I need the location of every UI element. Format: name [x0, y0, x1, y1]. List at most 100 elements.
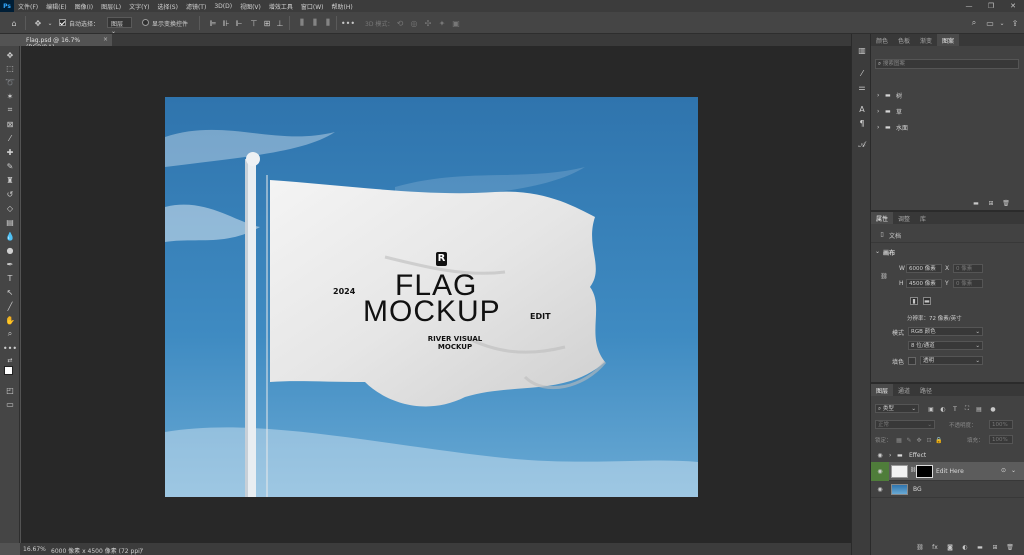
opacity-field[interactable]: 100%: [989, 420, 1013, 429]
eraser-icon[interactable]: ◇: [3, 202, 17, 214]
bit-depth-dropdown[interactable]: 8 位/通道 ⌄: [908, 341, 983, 350]
tab-patterns[interactable]: 图案: [937, 34, 960, 46]
move-tool-icon[interactable]: ✥: [3, 49, 17, 61]
close-tab-icon[interactable]: ×: [103, 36, 108, 43]
clone-stamp-icon[interactable]: ♜: [3, 174, 17, 186]
menu-plugins[interactable]: 增效工具: [265, 2, 297, 11]
layer-filter-dropdown[interactable]: ⌕ 类型 ⌄: [875, 404, 919, 413]
chevron-down-icon[interactable]: ⌄: [1011, 467, 1016, 474]
lasso-tool-icon[interactable]: ➰: [3, 76, 17, 88]
marquee-tool-icon[interactable]: ⬚: [3, 62, 17, 74]
tab-layers[interactable]: 图层: [871, 384, 894, 396]
distribute-left-icon[interactable]: ⫼: [296, 17, 308, 29]
align-center-h-icon[interactable]: ⊪: [220, 17, 232, 29]
tab-channels[interactable]: 通道: [893, 384, 915, 396]
move-tool-icon[interactable]: ✥: [32, 17, 44, 29]
more-options-icon[interactable]: •••: [341, 17, 355, 29]
workspace-chevron-icon[interactable]: ⌄: [996, 17, 1008, 29]
layer-effects-icon[interactable]: ⊙: [1001, 467, 1006, 474]
chevron-right-icon[interactable]: ›: [889, 452, 891, 459]
eye-icon[interactable]: ◉: [876, 467, 884, 475]
chevron-right-icon[interactable]: ›: [877, 108, 879, 115]
status-arrow-icon[interactable]: ›: [141, 546, 143, 553]
paragraph-panel-icon[interactable]: ¶: [856, 117, 868, 129]
crop-tool-icon[interactable]: ⌗: [3, 104, 17, 116]
hand-tool-icon[interactable]: ✋: [3, 314, 17, 326]
fill-color-swatch[interactable]: [908, 357, 916, 365]
menu-window[interactable]: 窗口(W): [297, 2, 328, 11]
height-field[interactable]: 4500 像素: [906, 279, 942, 288]
menu-file[interactable]: 文件(F): [14, 2, 42, 11]
frame-tool-icon[interactable]: ⊠: [3, 118, 17, 130]
width-field[interactable]: 6000 像素: [906, 264, 942, 273]
3d-camera-icon[interactable]: ▣: [450, 17, 462, 29]
new-group-icon[interactable]: ▬: [976, 543, 984, 551]
swap-colors-icon[interactable]: ⇄: [3, 354, 17, 366]
pattern-search-input[interactable]: ⌕ 搜索图案: [875, 59, 1019, 69]
new-group-icon[interactable]: ▬: [972, 199, 980, 207]
tab-color[interactable]: 颜色: [871, 34, 893, 46]
chevron-right-icon[interactable]: ›: [877, 124, 879, 131]
align-right-icon[interactable]: ⊩: [233, 17, 245, 29]
document-tab[interactable]: Flag.psd @ 16.7%(RGB/8#) ×: [20, 34, 112, 51]
menu-filter[interactable]: 滤镜(T): [182, 2, 210, 11]
zoom-level[interactable]: 16.67%: [23, 546, 46, 553]
pattern-group-grass[interactable]: › ▬ 草: [871, 104, 1024, 119]
align-bottom-icon[interactable]: ⊥: [274, 17, 286, 29]
menu-3d[interactable]: 3D(D): [210, 3, 236, 10]
x-field[interactable]: 0 像素: [953, 264, 983, 273]
filter-shape-icon[interactable]: ⛶: [963, 405, 971, 413]
brush-settings-icon[interactable]: ⁄: [856, 67, 868, 79]
line-tool-icon[interactable]: ╱: [3, 300, 17, 312]
eyedropper-icon[interactable]: ⁄: [3, 132, 17, 144]
align-middle-v-icon[interactable]: ⊞: [261, 17, 273, 29]
distribute-center-icon[interactable]: ⫼: [309, 17, 321, 29]
delete-icon[interactable]: 🗑: [1002, 199, 1010, 207]
landscape-orientation-icon[interactable]: ▬: [923, 297, 931, 305]
restore-button[interactable]: ❐: [980, 0, 1002, 12]
y-field[interactable]: 0 像素: [953, 279, 983, 288]
tab-adjustments[interactable]: 调整: [893, 212, 915, 224]
lock-artboard-icon[interactable]: ⊡: [925, 436, 933, 444]
search-icon[interactable]: ⌕: [968, 17, 980, 29]
history-brush-icon[interactable]: ↺: [3, 188, 17, 200]
character-panel-icon[interactable]: A: [856, 103, 868, 115]
menu-type[interactable]: 文字(Y): [125, 2, 153, 11]
zoom-tool-icon[interactable]: ⌕: [3, 328, 17, 340]
align-top-icon[interactable]: ⊤: [248, 17, 260, 29]
fill-dropdown[interactable]: 透明 ⌄: [920, 356, 983, 365]
lock-pixels-icon[interactable]: ▦: [895, 436, 903, 444]
menu-view[interactable]: 视图(V): [236, 2, 265, 11]
tab-libraries[interactable]: 库: [915, 212, 931, 224]
auto-select-dropdown[interactable]: 图层 ⌄: [107, 17, 132, 35]
delete-layer-icon[interactable]: 🗑: [1006, 543, 1014, 551]
adjustment-layer-icon[interactable]: ◐: [961, 543, 969, 551]
menu-layer[interactable]: 图层(L): [97, 2, 125, 11]
lock-position-icon[interactable]: ✥: [915, 436, 923, 444]
eye-icon[interactable]: ◉: [876, 485, 884, 493]
healing-brush-icon[interactable]: ✚: [3, 146, 17, 158]
mode-dropdown[interactable]: RGB 颜色 ⌄: [908, 327, 983, 336]
fx-icon[interactable]: fx: [931, 543, 939, 551]
tab-gradients[interactable]: 渐变: [915, 34, 937, 46]
blend-mode-dropdown[interactable]: 正常 ⌄: [875, 420, 935, 429]
pen-tool-icon[interactable]: ✒: [3, 258, 17, 270]
blur-tool-icon[interactable]: 💧: [3, 230, 17, 242]
history-panel-icon[interactable]: ▥: [856, 44, 868, 56]
layer-row-edit-here[interactable]: ◉ ⛓ Edit Here ⊙ ⌄: [871, 462, 1024, 481]
minimize-button[interactable]: —: [958, 0, 980, 12]
menu-select[interactable]: 选择(S): [153, 2, 182, 11]
home-icon[interactable]: ⌂: [8, 17, 20, 29]
filter-smart-object-icon[interactable]: ▤: [975, 405, 983, 413]
foreground-color-swatch[interactable]: [4, 366, 13, 375]
menu-help[interactable]: 帮助(H): [328, 2, 357, 11]
path-select-icon[interactable]: ↖: [3, 286, 17, 298]
filter-pixel-icon[interactable]: ▣: [927, 405, 935, 413]
new-layer-icon[interactable]: ⊞: [991, 543, 999, 551]
close-button[interactable]: ✕: [1002, 0, 1024, 12]
lock-all-icon[interactable]: 🔒: [935, 436, 943, 444]
filter-type-icon[interactable]: T: [951, 405, 959, 413]
link-layers-icon[interactable]: ⛓: [916, 543, 924, 551]
menu-edit[interactable]: 编辑(E): [42, 2, 70, 11]
fill-field[interactable]: 100%: [989, 435, 1013, 444]
